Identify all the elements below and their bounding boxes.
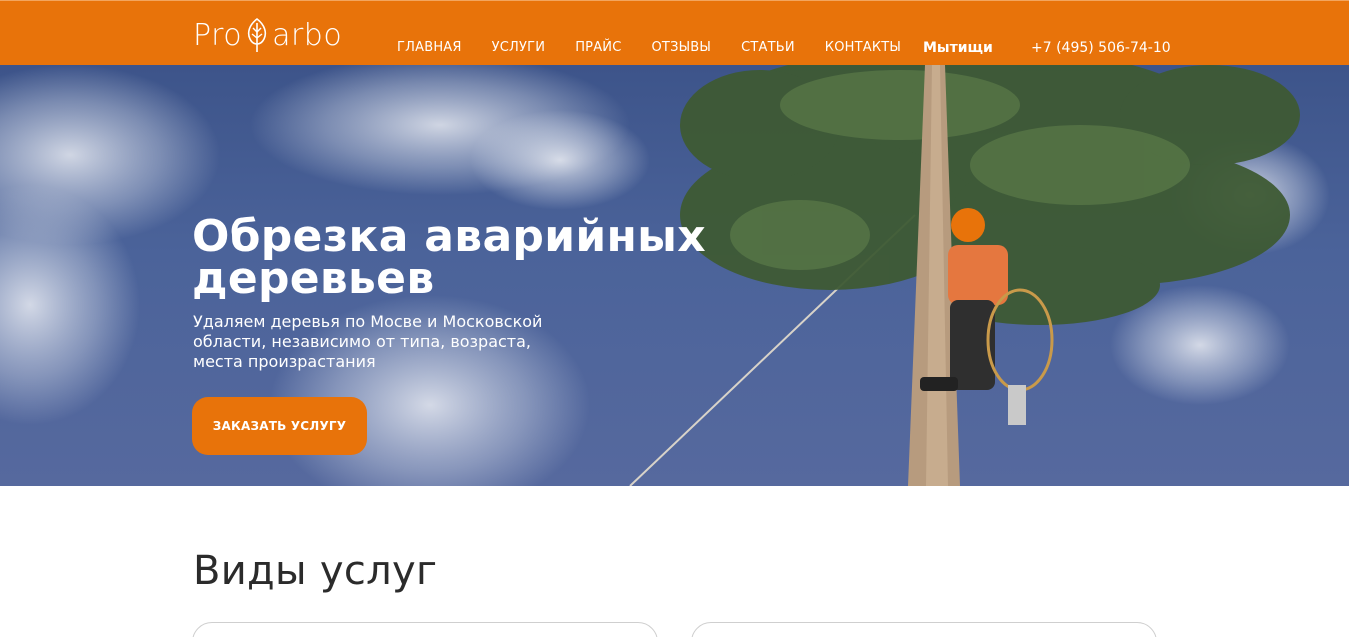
main-nav: ГЛАВНАЯ УСЛУГИ ПРАЙС ОТЗЫВЫ СТАТЬИ КОНТА… — [397, 40, 931, 55]
nav-item-contacts[interactable]: КОНТАКТЫ — [825, 40, 901, 55]
logo[interactable]: Pro arbo — [193, 15, 342, 55]
hero-title-line-2: деревьев — [192, 253, 435, 304]
logo-text-left: Pro — [193, 17, 243, 53]
nav-item-reviews[interactable]: ОТЗЫВЫ — [652, 40, 712, 55]
order-service-button[interactable]: ЗАКАЗАТЬ УСЛУГУ — [192, 397, 367, 455]
nav-item-home[interactable]: ГЛАВНАЯ — [397, 40, 462, 55]
hero-subtitle: Удаляем деревья по Мосве и Московской об… — [193, 312, 573, 372]
hero-banner: Обрезка аварийных деревьев Удаляем дерев… — [0, 65, 1349, 486]
service-card[interactable] — [192, 622, 658, 637]
hero-subtitle-line-1: Удаляем деревья по Мосве и Московской — [193, 312, 543, 331]
nav-item-services[interactable]: УСЛУГИ — [492, 40, 546, 55]
site-header: Pro arbo ГЛАВНАЯ УСЛУГИ ПРАЙС ОТЗЫВЫ СТА… — [0, 0, 1349, 65]
phone-link[interactable]: +7 (495) 506-74-10 — [1031, 40, 1171, 56]
services-title: Виды услуг — [193, 548, 438, 594]
hero-title: Обрезка аварийных деревьев — [192, 215, 752, 301]
nav-item-price[interactable]: ПРАЙС — [575, 40, 621, 55]
logo-text-right: arbo — [272, 17, 343, 53]
nav-item-articles[interactable]: СТАТЬИ — [741, 40, 795, 55]
hero-subtitle-line-3: места произрастания — [193, 352, 376, 371]
service-card[interactable] — [691, 622, 1157, 637]
hero-subtitle-line-2: области, независимо от типа, возраста, — [193, 332, 532, 351]
city-selector[interactable]: Мытищи — [923, 40, 993, 56]
leaf-icon — [247, 17, 267, 52]
